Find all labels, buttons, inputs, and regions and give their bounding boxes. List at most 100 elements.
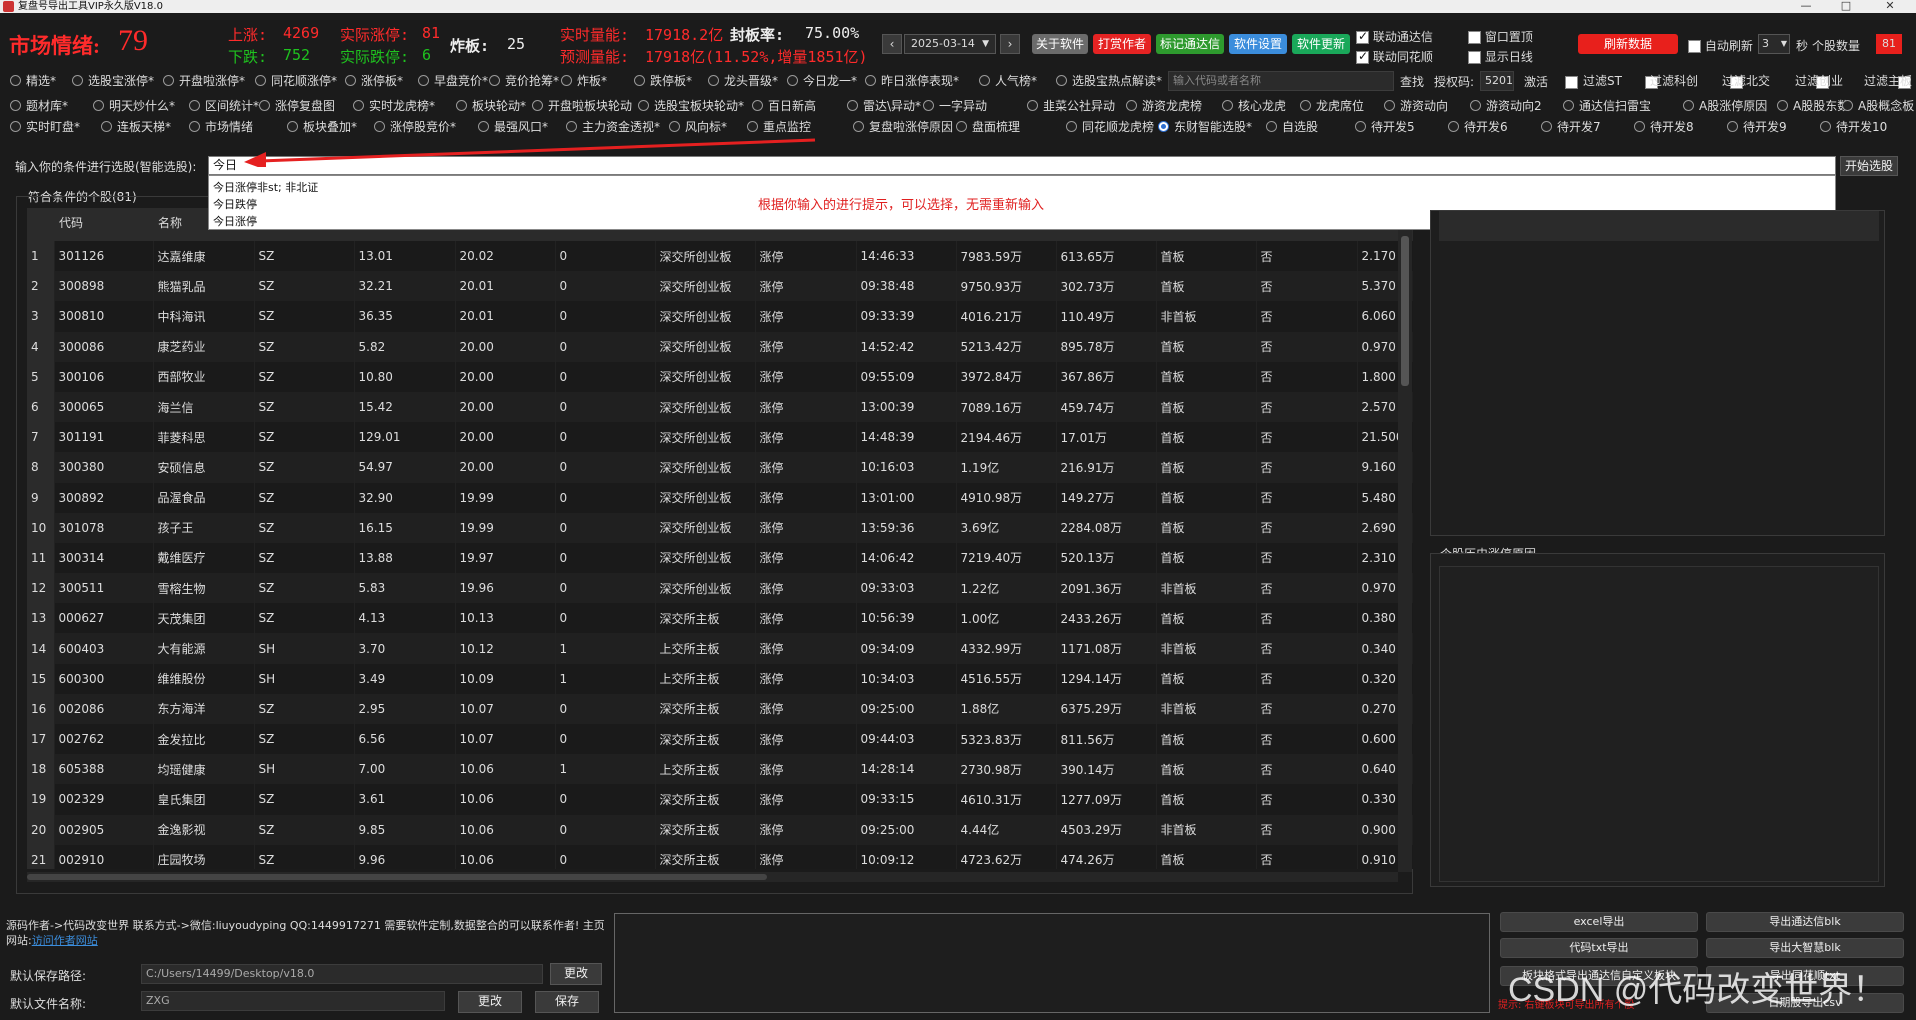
about-button[interactable]: 关于软件 <box>1032 34 1088 54</box>
checkbox-checked-icon[interactable] <box>1356 29 1369 44</box>
table-row[interactable]: 15 600300 维维股份 SH 3.49 10.09 1 上交所主板 涨停 10:34:03 4… <box>27 663 1413 694</box>
option-row1-2[interactable]: 开盘啦涨停* <box>179 73 245 89</box>
option-row1-7[interactable]: 炸板* <box>577 73 607 89</box>
radio-icon[interactable] <box>189 121 200 132</box>
option-row2-15[interactable]: 游资动向 <box>1400 98 1448 114</box>
change-name-button[interactable]: 更改 <box>458 991 522 1013</box>
option-row3-14[interactable]: 待开发5 <box>1371 119 1415 135</box>
option-row2-17[interactable]: 通达信扫雷宝 <box>1579 98 1651 114</box>
radio-icon[interactable] <box>1056 75 1067 86</box>
option-row2-6[interactable]: 开盘啦板块轮动 <box>548 98 632 114</box>
chevron-right-icon[interactable]: › <box>1000 34 1020 54</box>
option-row3-16[interactable]: 待开发7 <box>1557 119 1601 135</box>
radio-icon[interactable] <box>101 121 112 132</box>
find-button[interactable]: 查找 <box>1400 73 1424 90</box>
radio-icon[interactable] <box>1842 100 1853 111</box>
radio-icon[interactable] <box>747 121 758 132</box>
radio-icon[interactable] <box>353 100 364 111</box>
radio-icon[interactable] <box>634 75 645 86</box>
option-row3-7[interactable]: 风向标* <box>685 119 727 135</box>
suggestion-item[interactable]: 今日涨停非st; 非北证 <box>213 179 318 195</box>
radio-icon[interactable] <box>566 121 577 132</box>
option-row3-18[interactable]: 待开发9 <box>1743 119 1787 135</box>
save-button[interactable]: 保存 <box>535 991 599 1013</box>
mark-tdx-button[interactable]: 标记通达信 <box>1156 34 1224 54</box>
option-row2-2[interactable]: 区间统计* <box>205 98 259 114</box>
radio-icon[interactable] <box>1727 121 1738 132</box>
h-scrollbar-thumb[interactable] <box>27 874 767 880</box>
radio-icon[interactable] <box>1384 100 1395 111</box>
author-site-link[interactable]: 访问作者网站 <box>32 934 98 947</box>
option-row3-0[interactable]: 实时盯盘* <box>26 119 80 135</box>
option-row2-0[interactable]: 题材库* <box>26 98 68 114</box>
radio-icon[interactable] <box>418 75 429 86</box>
donate-button[interactable]: 打赏作者 <box>1093 34 1151 54</box>
radio-icon[interactable] <box>1777 100 1788 111</box>
checkbox-checked-icon[interactable] <box>1356 49 1369 64</box>
option-row3-8[interactable]: 重点监控 <box>763 119 811 135</box>
option-row3-10[interactable]: 盘面梳理 <box>972 119 1020 135</box>
table-row[interactable]: 5 300106 西部牧业 SZ 10.80 20.00 0 深交所创业板 涨停 09:55:09… <box>27 361 1413 392</box>
search-input[interactable]: 输入代码或者名称 <box>1168 71 1394 91</box>
radio-icon[interactable] <box>1634 121 1645 132</box>
filter-1[interactable]: 过滤科创 <box>1650 73 1698 89</box>
radio-icon[interactable] <box>1300 100 1311 111</box>
option-row3-13[interactable]: 自选股 <box>1282 119 1318 135</box>
link-tdx-check[interactable]: 联动通达信 <box>1356 28 1433 45</box>
option-row3-3[interactable]: 板块叠加* <box>303 119 357 135</box>
radio-icon[interactable] <box>1470 100 1481 111</box>
table-row[interactable]: 19 002329 皇氏集团 SZ 3.61 10.06 0 深交所主板 涨停 09:33:15 4… <box>27 784 1413 815</box>
table-row[interactable]: 20 002905 金逸影视 SZ 9.85 10.06 0 深交所主板 涨停 09:25:00 4… <box>27 814 1413 845</box>
file-name-input[interactable]: ZXG <box>141 991 445 1011</box>
maximize-icon[interactable]: □ <box>1826 0 1866 13</box>
option-row3-2[interactable]: 市场情绪 <box>205 119 253 135</box>
option-row2-3[interactable]: 涨停复盘图 <box>275 98 335 114</box>
option-row2-20[interactable]: A股概念板 <box>1858 98 1914 114</box>
option-row2-19[interactable]: A股股东数 <box>1793 98 1849 114</box>
radio-icon[interactable] <box>708 75 719 86</box>
activate-button[interactable]: 激活 <box>1524 73 1548 90</box>
radio-icon[interactable] <box>752 100 763 111</box>
tdx-blk-export-button[interactable]: 导出通达信blk <box>1706 912 1904 932</box>
table-row[interactable]: 16 002086 东方海洋 SZ 2.95 10.07 0 深交所主板 涨停 09:25:00 1… <box>27 693 1413 724</box>
update-button[interactable]: 软件更新 <box>1292 34 1350 54</box>
radio-icon[interactable] <box>489 75 500 86</box>
table-row[interactable]: 3 300810 中科海讯 SZ 36.35 20.01 0 深交所创业板 涨停 09:33:39… <box>27 301 1413 332</box>
radio-icon[interactable] <box>1158 121 1169 132</box>
radio-icon[interactable] <box>456 100 467 111</box>
radio-icon[interactable] <box>93 100 104 111</box>
option-row3-1[interactable]: 连板天梯* <box>117 119 171 135</box>
option-row2-9[interactable]: 雷达\异动* <box>863 98 921 114</box>
option-row2-12[interactable]: 游资龙虎榜 <box>1142 98 1202 114</box>
option-row3-9[interactable]: 复盘啦涨停原因 <box>869 119 953 135</box>
link-ths-check[interactable]: 联动同花顺 <box>1356 48 1433 65</box>
radio-icon[interactable] <box>1222 100 1233 111</box>
option-row1-13[interactable]: 选股宝热点解读* <box>1072 73 1162 89</box>
option-row2-10[interactable]: 一字异动 <box>939 98 987 114</box>
option-row1-3[interactable]: 同花顺涨停* <box>271 73 337 89</box>
option-row1-6[interactable]: 竞价抢筹* <box>505 73 559 89</box>
radio-icon[interactable] <box>532 100 543 111</box>
radio-icon[interactable] <box>865 75 876 86</box>
option-row3-17[interactable]: 待开发8 <box>1650 119 1694 135</box>
radio-icon[interactable] <box>1266 121 1277 132</box>
start-select-button[interactable]: 开始选股 <box>1840 156 1898 176</box>
option-row2-11[interactable]: 韭菜公社异动 <box>1043 98 1115 114</box>
option-row2-1[interactable]: 明天炒什么* <box>109 98 175 114</box>
radio-icon[interactable] <box>10 100 21 111</box>
radio-icon[interactable] <box>259 100 270 111</box>
radio-icon[interactable] <box>72 75 83 86</box>
option-row1-12[interactable]: 人气榜* <box>995 73 1037 89</box>
minimize-icon[interactable]: — <box>1786 0 1826 13</box>
dzh-blk-export-button[interactable]: 导出大智慧blk <box>1706 938 1904 958</box>
code-txt-export-button[interactable]: 代码txt导出 <box>1500 938 1698 958</box>
radio-icon[interactable] <box>669 121 680 132</box>
column-code[interactable]: 代码 <box>59 214 83 231</box>
radio-icon[interactable] <box>923 100 934 111</box>
option-row3-5[interactable]: 最强风口* <box>494 119 548 135</box>
horizontal-scrollbar[interactable] <box>27 872 1398 882</box>
radio-icon[interactable] <box>979 75 990 86</box>
filter-2[interactable]: 过滤北交 <box>1722 73 1770 89</box>
radio-icon[interactable] <box>10 75 21 86</box>
filter-0[interactable]: 过滤ST <box>1583 73 1622 89</box>
